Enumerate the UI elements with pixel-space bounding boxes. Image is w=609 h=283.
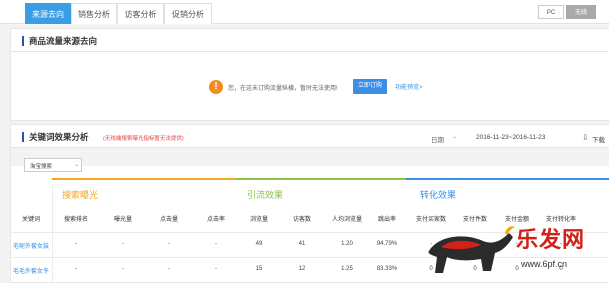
download-icon[interactable]: ⇩ (582, 133, 589, 142)
col-header-impressions[interactable]: 曝光量 (103, 214, 143, 223)
watermark: 乐发网 www.6pf.cn (421, 221, 609, 283)
group-line-exposure (52, 178, 236, 180)
date-label: 日期 (431, 137, 444, 144)
group-label-traffic: 引流效果 (247, 190, 284, 200)
cell-clicks: - (168, 266, 170, 272)
filter-band (11, 147, 609, 166)
col-header-ctr[interactable]: 点击率 (196, 214, 236, 223)
keyword-link[interactable]: 毛毛外套女冬 (13, 266, 49, 275)
col-header-clicks[interactable]: 点击量 (149, 214, 189, 223)
column-divider (52, 185, 53, 283)
filter-value: 淘宝搜索 (30, 164, 53, 170)
chevron-down-icon: ⌄ (74, 162, 80, 168)
cell-avg-pv: 1.25 (341, 266, 353, 272)
group-label-conversion: 转化效果 (420, 190, 457, 200)
feature-preview-link[interactable]: 功能预览> (395, 82, 423, 91)
tab-sales[interactable]: 销售分析 (71, 3, 117, 24)
cell-search-rank: - (75, 241, 77, 247)
date-range[interactable]: 2016-11-23~2016-11-23 (476, 134, 545, 141)
order-now-button[interactable]: 立即订购 (353, 79, 387, 94)
keyword-link[interactable]: 毛呢外套女装 (13, 241, 49, 250)
cell-bounce-rate: 94.79% (376, 241, 398, 247)
cell-pageviews: 49 (255, 241, 263, 247)
warning-icon: ! (209, 80, 223, 94)
group-label-exposure: 搜索曝光 (62, 190, 99, 200)
cell-visitors: 12 (298, 266, 306, 272)
cell-ctr: - (215, 241, 217, 247)
col-header-search-rank[interactable]: 搜索排名 (56, 214, 96, 223)
cell-avg-pv: 1.20 (341, 241, 353, 247)
col-header-bounce-rate[interactable]: 跳出率 (369, 214, 405, 223)
col-header-keyword: 关键词 (21, 217, 40, 223)
pc-toggle[interactable]: PC (538, 5, 564, 19)
col-header-avg-pv[interactable]: 人均浏览量 (325, 214, 369, 223)
traffic-body: ! 您，在这未订购流量纵横，暂时无法使用! 立即订购 功能预览> (10, 52, 609, 121)
traffic-header: 商品流量来源去向 (10, 28, 609, 52)
cell-pageviews: 15 (255, 266, 263, 272)
cell-clicks: - (168, 241, 170, 247)
wireless-toggle[interactable]: 无线 (566, 5, 596, 19)
tab-promotion[interactable]: 促销分析 (164, 3, 212, 24)
group-line-traffic (236, 178, 406, 180)
cell-bounce-rate: 83.33% (376, 266, 398, 272)
bull-logo-icon (428, 226, 515, 273)
download-button[interactable]: 下载 (592, 134, 605, 144)
keyword-section-title: 关键词效果分析 (22, 132, 89, 142)
cell-ctr: - (215, 266, 217, 272)
chevron-down-icon[interactable]: ⌄ (452, 133, 457, 140)
cell-impressions: - (122, 241, 124, 247)
watermark-url: www.6pf.cn (521, 259, 568, 269)
col-header-pageviews[interactable]: 浏览量 (241, 214, 277, 223)
source-filter-select[interactable]: 淘宝搜索 ⌄ (24, 158, 82, 172)
subscription-notice: 您，在这未订购流量纵横，暂时无法使用! (228, 86, 338, 92)
group-line-conversion (406, 178, 609, 180)
traffic-section-title: 商品流量来源去向 (22, 36, 97, 46)
col-header-visitors[interactable]: 访客数 (284, 214, 320, 223)
cell-impressions: - (122, 266, 124, 272)
watermark-text: 乐发网 (516, 227, 586, 253)
cell-visitors: 41 (298, 241, 306, 247)
tab-source[interactable]: 来源去向 (25, 3, 71, 24)
cell-search-rank: - (75, 266, 77, 272)
top-tab-bar: 来源去向 销售分析 访客分析 促销分析 PC 无线 (0, 0, 609, 24)
tab-visitors[interactable]: 访客分析 (117, 3, 164, 24)
keyword-section-note: (无线端搜索曝光指标暂无法提供) (103, 136, 184, 142)
